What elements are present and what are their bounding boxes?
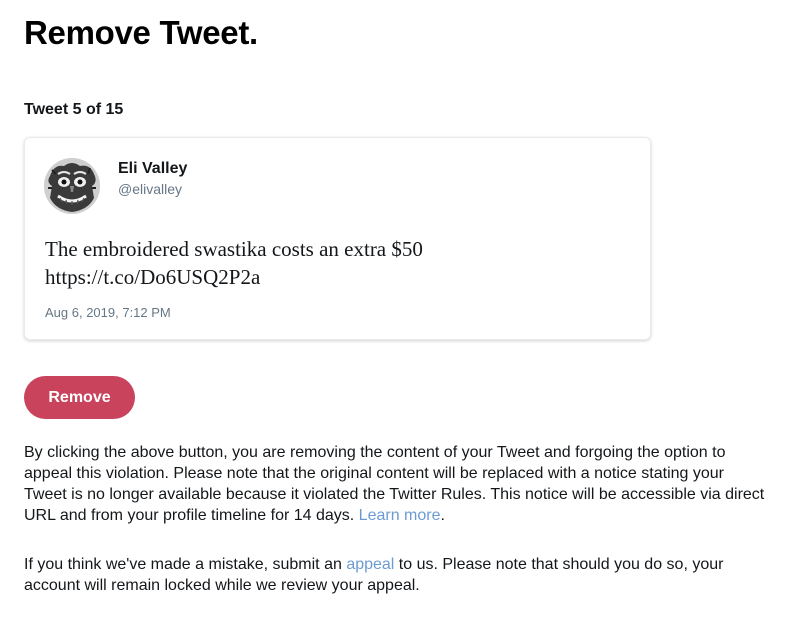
removal-notice-end: . — [440, 507, 445, 524]
learn-more-link[interactable]: Learn more — [359, 507, 441, 524]
tweet-text-line: The embroidered swastika costs an extra … — [45, 237, 423, 261]
author-name[interactable]: Eli Valley — [118, 160, 187, 178]
author-handle[interactable]: @elivalley — [118, 181, 182, 197]
tweet-timestamp: Aug 6, 2019, 7:12 PM — [45, 305, 171, 320]
tweet-link[interactable]: https://t.co/Do6USQ2P2a — [45, 263, 635, 291]
avatar[interactable] — [44, 158, 100, 214]
appeal-notice-start: If you think we've made a mistake, submi… — [24, 556, 347, 573]
tweet-text: The embroidered swastika costs an extra … — [45, 235, 635, 291]
remove-button[interactable]: Remove — [24, 376, 135, 419]
avatar-image — [44, 158, 100, 214]
tweet-card: Eli Valley @elivalley The embroidered sw… — [24, 137, 651, 340]
tweet-counter: Tweet 5 of 15 — [24, 101, 124, 118]
removal-notice: By clicking the above button, you are re… — [24, 442, 769, 526]
page-title: Remove Tweet. — [24, 14, 258, 51]
appeal-notice: If you think we've made a mistake, submi… — [24, 554, 769, 596]
appeal-link[interactable]: appeal — [346, 556, 394, 573]
